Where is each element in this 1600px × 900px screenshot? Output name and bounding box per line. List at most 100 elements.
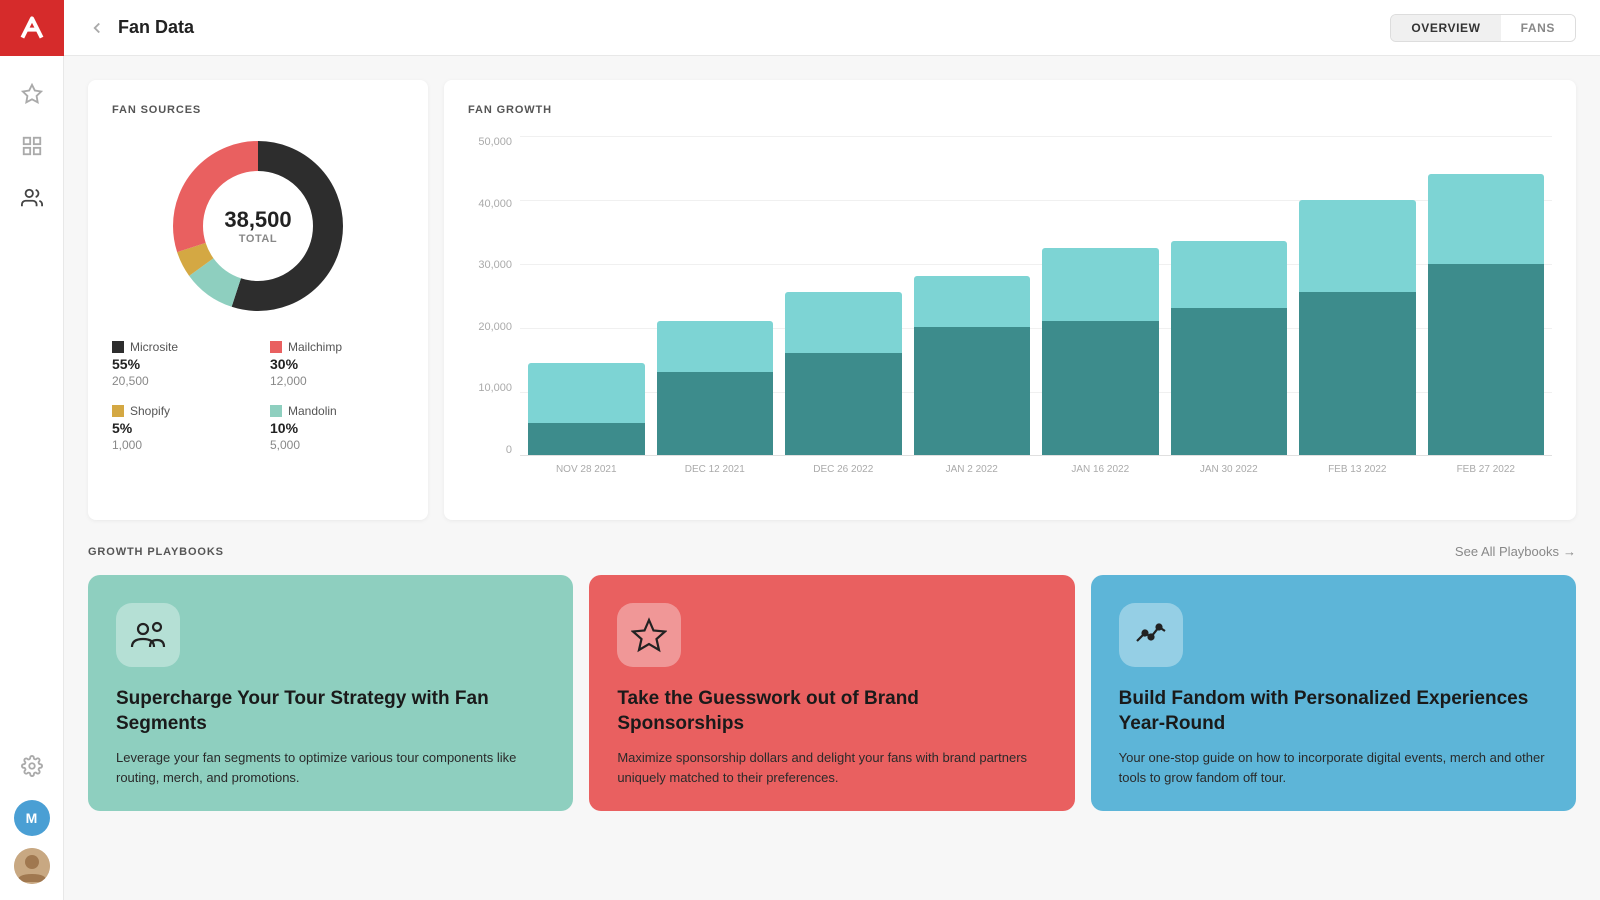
page-title: Fan Data [118,17,1378,38]
playbook-icon-chart [1119,603,1183,667]
tab-fans[interactable]: FANS [1501,15,1575,41]
see-all-label: See All Playbooks [1455,544,1559,559]
avatar-m[interactable]: M [14,800,50,836]
bar-group-7 [1428,136,1545,455]
tab-overview[interactable]: OVERVIEW [1391,15,1500,41]
bars-container [520,136,1552,456]
bar-bottom-5 [1171,308,1288,455]
legend-name-mandolin: Mandolin [288,404,337,418]
avatar-photo[interactable] [14,848,50,884]
charts-row: FAN SOURCES [88,80,1576,520]
legend-dot-mailchimp [270,341,282,353]
legend-item-mailchimp: Mailchimp 30% 12,000 [270,340,404,388]
see-all-arrow: → [1563,544,1576,559]
bar-group-1 [657,136,774,455]
legend-pct-mandolin: 10% [270,420,404,436]
playbook-desc-tour: Leverage your fan segments to optimize v… [116,748,545,787]
legend-count-shopify: 1,000 [112,438,246,452]
x-label-2: DEC 26 2022 [785,464,902,475]
bar-top-4 [1042,248,1159,321]
tab-group: OVERVIEW FANS [1390,14,1576,42]
legend-item-mandolin: Mandolin 10% 5,000 [270,404,404,452]
fan-sources-title: FAN SOURCES [112,104,404,116]
donut-wrapper: 38,500 TOTAL [168,136,348,316]
sidebar-nav [10,56,54,728]
bar-group-0 [528,136,645,455]
sidebar-bottom: M [10,728,54,900]
playbook-card-brand-sponsorships[interactable]: Take the Guesswork out of Brand Sponsors… [589,575,1074,811]
sidebar-item-users[interactable] [10,176,54,220]
bar-top-1 [657,321,774,372]
bar-top-7 [1428,174,1545,263]
y-label-40k: 40,000 [478,198,512,210]
y-label-0: 0 [506,444,512,456]
sidebar: M [0,0,64,900]
legend-name-mailchimp: Mailchimp [288,340,342,354]
bar-bottom-4 [1042,321,1159,455]
legend-name-shopify: Shopify [130,404,170,418]
fan-growth-card: FAN GROWTH 50,000 40,000 30,000 20,000 1… [444,80,1576,520]
legend-pct-microsite: 55% [112,356,246,372]
x-label-4: JAN 16 2022 [1042,464,1159,475]
x-label-5: JAN 30 2022 [1171,464,1288,475]
fan-growth-title: FAN GROWTH [468,104,1552,116]
bar-bottom-6 [1299,292,1416,455]
playbook-icon-tour [116,603,180,667]
bar-bottom-7 [1428,264,1545,455]
legend-pct-mailchimp: 30% [270,356,404,372]
x-label-6: FEB 13 2022 [1299,464,1416,475]
x-label-1: DEC 12 2021 [657,464,774,475]
playbooks-section-title: GROWTH PLAYBOOKS [88,546,224,558]
bar-group-4 [1042,136,1159,455]
legend-dot-mandolin [270,405,282,417]
legend-pct-shopify: 5% [112,420,246,436]
donut-center: 38,500 TOTAL [224,207,291,245]
donut-total: 38,500 [224,207,291,233]
bar-group-5 [1171,136,1288,455]
y-axis: 50,000 40,000 30,000 20,000 10,000 0 [468,136,520,456]
playbook-title-brand: Take the Guesswork out of Brand Sponsors… [617,687,1046,736]
bar-bottom-1 [657,372,774,455]
fan-sources-legend: Microsite 55% 20,500 Mailchimp 30% 12,00… [112,340,404,452]
playbooks-section-header: GROWTH PLAYBOOKS See All Playbooks → [88,544,1576,559]
topbar: Fan Data OVERVIEW FANS [64,0,1600,56]
app-logo [0,0,64,56]
bar-top-2 [785,292,902,353]
x-label-7: FEB 27 2022 [1428,464,1545,475]
playbook-icon-brand [617,603,681,667]
legend-dot-shopify [112,405,124,417]
fan-sources-card: FAN SOURCES [88,80,428,520]
legend-name-microsite: Microsite [130,340,178,354]
bar-top-3 [914,276,1031,327]
sidebar-item-grid[interactable] [10,124,54,168]
bar-top-0 [528,363,645,424]
playbook-desc-brand: Maximize sponsorship dollars and delight… [617,748,1046,787]
bar-group-2 [785,136,902,455]
donut-chart-container: 38,500 TOTAL [112,136,404,316]
y-label-50k: 50,000 [478,136,512,148]
bar-bottom-0 [528,423,645,455]
y-label-20k: 20,000 [478,321,512,333]
bar-top-5 [1171,241,1288,308]
legend-count-mailchimp: 12,000 [270,374,404,388]
bar-group-3 [914,136,1031,455]
playbook-card-tour-strategy[interactable]: Supercharge Your Tour Strategy with Fan … [88,575,573,811]
y-label-30k: 30,000 [478,259,512,271]
main-area: Fan Data OVERVIEW FANS FAN SOURCES [64,0,1600,900]
x-axis: NOV 28 2021 DEC 12 2021 DEC 26 2022 JAN … [520,456,1552,496]
playbook-title-tour: Supercharge Your Tour Strategy with Fan … [116,687,545,736]
bar-bottom-3 [914,327,1031,455]
playbook-card-personalized[interactable]: Build Fandom with Personalized Experienc… [1091,575,1576,811]
playbook-title-personalized: Build Fandom with Personalized Experienc… [1119,687,1548,736]
bar-group-6 [1299,136,1416,455]
back-button[interactable] [88,19,106,37]
sidebar-item-settings[interactable] [10,744,54,788]
sidebar-item-star[interactable] [10,72,54,116]
see-all-playbooks[interactable]: See All Playbooks → [1455,544,1576,559]
legend-dot-microsite [112,341,124,353]
bar-top-6 [1299,200,1416,293]
playbook-desc-personalized: Your one-stop guide on how to incorporat… [1119,748,1548,787]
content-area: FAN SOURCES [64,56,1600,900]
legend-item-microsite: Microsite 55% 20,500 [112,340,246,388]
x-label-3: JAN 2 2022 [914,464,1031,475]
